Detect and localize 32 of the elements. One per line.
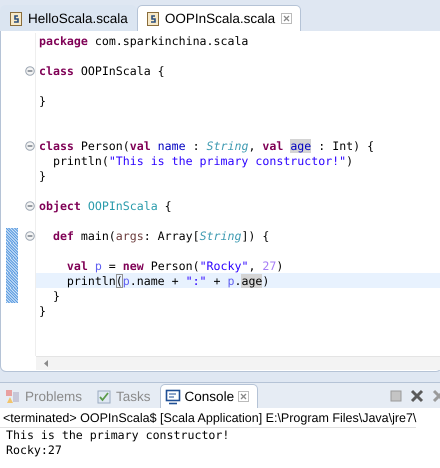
console-output-line: Rocky:27	[5, 443, 63, 458]
collapse-icon[interactable]	[25, 140, 35, 150]
close-icon[interactable]	[281, 13, 292, 24]
editor-tab[interactable]: OOPInScala.scala	[136, 5, 302, 31]
code-line: }	[38, 168, 47, 183]
code-line: class OOPInScala {	[38, 63, 166, 78]
scala-file-icon	[146, 12, 159, 26]
scala-file-icon	[10, 12, 22, 26]
remove-icon[interactable]	[410, 389, 424, 403]
problems-icon	[5, 388, 21, 404]
collapse-icon[interactable]	[25, 66, 35, 76]
collapse-icon[interactable]	[25, 230, 35, 240]
code-line: }	[52, 288, 61, 303]
code-line: def main(args: Array[String]) {	[52, 228, 270, 243]
code-editor[interactable]	[0, 31, 440, 372]
panel-tab[interactable]: Console	[160, 384, 258, 408]
close-icon[interactable]	[238, 391, 250, 402]
code-line: println("This is the primary constructor!")	[52, 153, 354, 168]
code-line: object OOPInScala {	[38, 198, 173, 213]
collapse-icon[interactable]	[25, 200, 35, 210]
editor-tab[interactable]: HelloScala.scala	[0, 5, 137, 31]
console-output-line: This is the primary constructor!	[5, 428, 230, 443]
code-line: }	[38, 93, 47, 108]
code-line: }	[38, 303, 47, 318]
console-header: <terminated> OOPInScala$ [Scala Application] E:\Program Files\Java\jre7\	[0, 408, 416, 428]
code-line: val p = new Person("Rocky", 27)	[66, 258, 284, 273]
horizontal-scrollbar[interactable]	[36, 356, 440, 370]
monitor-icon	[164, 388, 181, 404]
code-line: class Person(val name : String, val age : Int) {	[38, 138, 376, 153]
terminate-icon[interactable]	[390, 390, 402, 402]
code-line: package com.sparkinchina.scala	[38, 33, 250, 48]
tasks-icon	[96, 388, 112, 404]
